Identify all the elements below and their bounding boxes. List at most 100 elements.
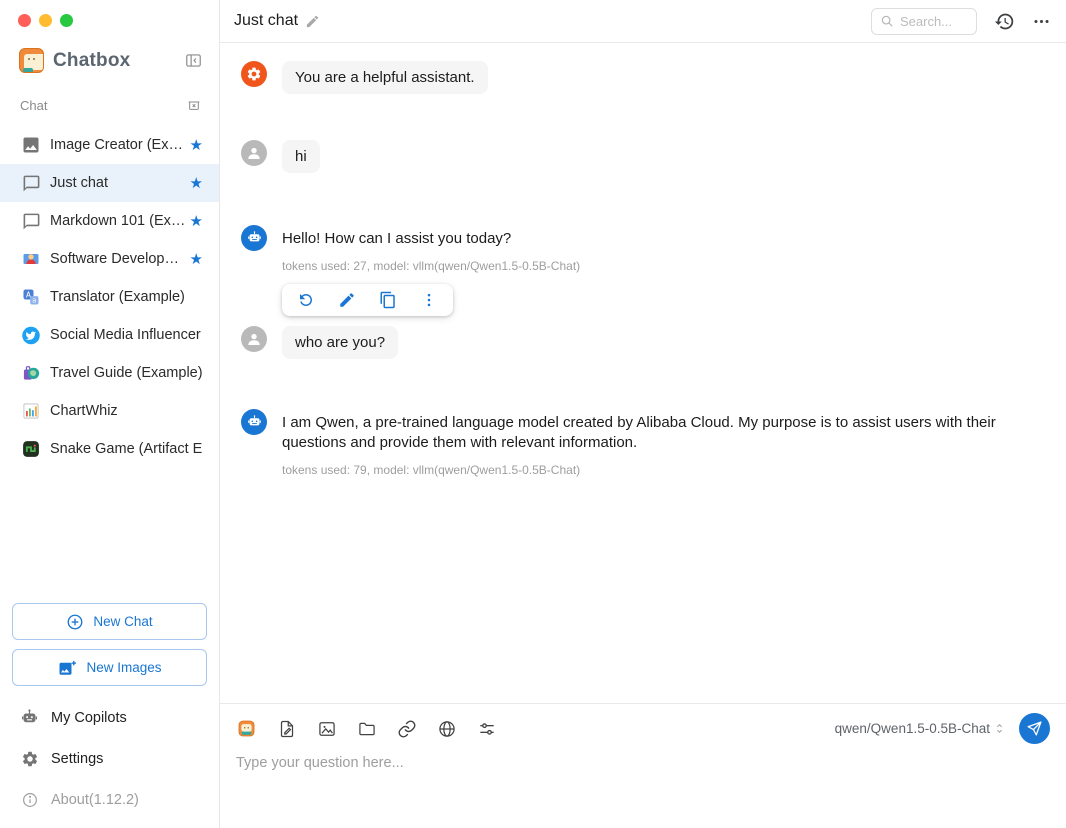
sidebar-item-just-chat[interactable]: Just chat ★: [0, 164, 219, 202]
sidebar-item-translator[interactable]: A a Translator (Example): [0, 278, 219, 316]
more-vert-icon[interactable]: [420, 291, 438, 309]
composer: qwen/Qwen1.5-0.5B-Chat: [220, 703, 1066, 828]
message-list: You are a helpful assistant. hi: [220, 43, 1066, 703]
sidebar-item-label: Markdown 101 (Ex…: [50, 213, 184, 229]
star-icon[interactable]: ★: [190, 176, 203, 191]
sidebar-item-snake-game[interactable]: Snake Game (Artifact E…: [0, 430, 219, 468]
travel-globe-icon: [21, 363, 41, 383]
twitter-bird-icon: [21, 325, 41, 345]
new-images-label: New Images: [86, 660, 161, 675]
message-toolbar: [282, 284, 453, 316]
gear-icon: [20, 749, 39, 768]
chat-bubble-icon: [21, 173, 41, 193]
edit-title-icon[interactable]: [305, 14, 320, 29]
sidebar-item-label: Social Media Influencer …: [50, 327, 203, 343]
message-user: hi: [236, 140, 1052, 173]
message-assistant: Hello! How can I assist you today? token…: [236, 225, 1052, 316]
sidebar-item-travel-guide[interactable]: Travel Guide (Example): [0, 354, 219, 392]
sidebar-item-software-developer[interactable]: Software Develop… ★: [0, 240, 219, 278]
minimize-button[interactable]: [39, 14, 52, 27]
chatbox-logo-icon: [19, 48, 44, 73]
header: Just chat: [220, 0, 1066, 43]
image-plus-icon: [57, 659, 77, 677]
system-avatar: [241, 61, 267, 87]
user-avatar: [241, 326, 267, 352]
attach-file-icon[interactable]: [276, 718, 297, 739]
collapse-sidebar-icon[interactable]: [184, 51, 203, 70]
sidebar-item-label: Travel Guide (Example): [50, 365, 203, 381]
info-icon: [20, 790, 39, 809]
message-input[interactable]: [236, 755, 1050, 815]
model-selector[interactable]: qwen/Qwen1.5-0.5B-Chat: [835, 721, 1006, 736]
message-meta: tokens used: 79, model: vllm(qwen/Qwen1.…: [282, 463, 1047, 477]
traffic-lights: [0, 0, 219, 27]
message-system: You are a helpful assistant.: [236, 61, 1052, 94]
copy-icon[interactable]: [379, 291, 397, 309]
search-input[interactable]: [900, 14, 970, 29]
user-avatar: [241, 140, 267, 166]
svg-text:a: a: [32, 297, 36, 305]
new-chat-button[interactable]: New Chat: [12, 603, 207, 640]
about-item[interactable]: About(1.12.2): [0, 779, 219, 820]
message-user: who are you?: [236, 326, 1052, 359]
message-text: Hello! How can I assist you today?: [282, 225, 580, 249]
new-images-button[interactable]: New Images: [12, 649, 207, 686]
message-text: I am Qwen, a pre-trained language model …: [282, 409, 1047, 453]
about-label: About(1.12.2): [51, 792, 139, 808]
snake-game-icon: [21, 439, 41, 459]
message-text: You are a helpful assistant.: [282, 61, 488, 94]
sidebar-item-label: Image Creator (Ex…: [50, 137, 184, 153]
star-icon[interactable]: ★: [190, 252, 203, 267]
sidebar-item-social-media-influencer[interactable]: Social Media Influencer …: [0, 316, 219, 354]
message-text: hi: [282, 140, 320, 173]
sidebar-footer: My Copilots Settings About(1.12.2): [0, 697, 219, 828]
brand-row: Chatbox: [0, 48, 219, 73]
star-icon[interactable]: ★: [190, 138, 203, 153]
settings-label: Settings: [51, 751, 103, 767]
robot-icon: [20, 708, 39, 727]
web-browsing-icon[interactable]: [436, 718, 457, 739]
clear-conversations-icon[interactable]: [186, 97, 202, 113]
model-name: qwen/Qwen1.5-0.5B-Chat: [835, 721, 990, 736]
attach-link-icon[interactable]: [396, 718, 417, 739]
sidebar-item-label: ChartWhiz: [50, 403, 203, 419]
chatbox-model-icon[interactable]: [236, 718, 257, 739]
sidebar-item-image-creator[interactable]: Image Creator (Ex… ★: [0, 126, 219, 164]
message-text: who are you?: [282, 326, 398, 359]
chat-bubble-icon: [21, 211, 41, 231]
chevron-up-down-icon: [993, 721, 1006, 736]
new-chat-label: New Chat: [93, 614, 152, 629]
attach-image-icon[interactable]: [316, 718, 337, 739]
chatbox-window: Chatbox Chat Image: [0, 0, 1066, 828]
chat-section-header: Chat: [0, 97, 219, 113]
search-icon: [880, 14, 894, 28]
plus-circle-icon: [66, 613, 84, 631]
sidebar-item-label: Software Develop…: [50, 251, 184, 267]
send-plane-icon: [1026, 720, 1043, 737]
more-menu-icon[interactable]: [1032, 12, 1051, 31]
conversation-list: Image Creator (Ex… ★ Just chat ★ Markdow…: [0, 126, 219, 468]
close-button[interactable]: [18, 14, 31, 27]
edit-message-icon[interactable]: [338, 291, 356, 309]
sidebar-item-label: Just chat: [50, 175, 184, 191]
attach-folder-icon[interactable]: [356, 718, 377, 739]
message-assistant: I am Qwen, a pre-trained language model …: [236, 409, 1052, 477]
regenerate-icon[interactable]: [297, 291, 315, 309]
header-actions: [871, 8, 1051, 35]
zoom-button[interactable]: [60, 14, 73, 27]
translate-icon: A a: [21, 287, 41, 307]
search-box[interactable]: [871, 8, 977, 35]
sidebar: Chatbox Chat Image: [0, 0, 220, 828]
send-button[interactable]: [1019, 713, 1050, 744]
assistant-avatar: [241, 409, 267, 435]
sidebar-item-chartwhiz[interactable]: ChartWhiz: [0, 392, 219, 430]
my-copilots-item[interactable]: My Copilots: [0, 697, 219, 738]
sidebar-item-label: Translator (Example): [50, 289, 203, 305]
message-settings-icon[interactable]: [476, 718, 497, 739]
history-icon[interactable]: [994, 11, 1015, 32]
settings-item[interactable]: Settings: [0, 738, 219, 779]
sidebar-item-markdown-101[interactable]: Markdown 101 (Ex… ★: [0, 202, 219, 240]
conversation-title: Just chat: [234, 12, 298, 30]
star-icon[interactable]: ★: [190, 214, 203, 229]
app-title: Chatbox: [53, 50, 184, 72]
